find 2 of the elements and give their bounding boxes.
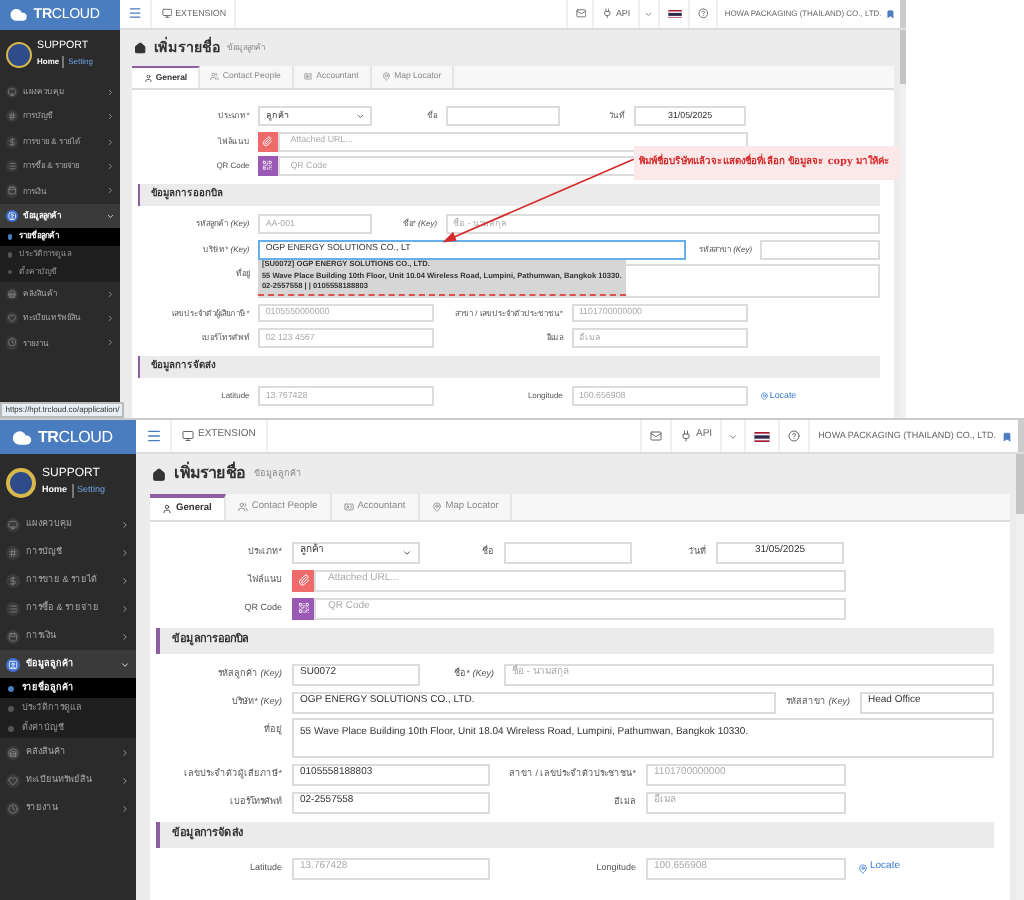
page-title: เพิ่มรายชื่อ <box>174 462 246 486</box>
logo-text: TRCLOUD <box>38 425 113 449</box>
